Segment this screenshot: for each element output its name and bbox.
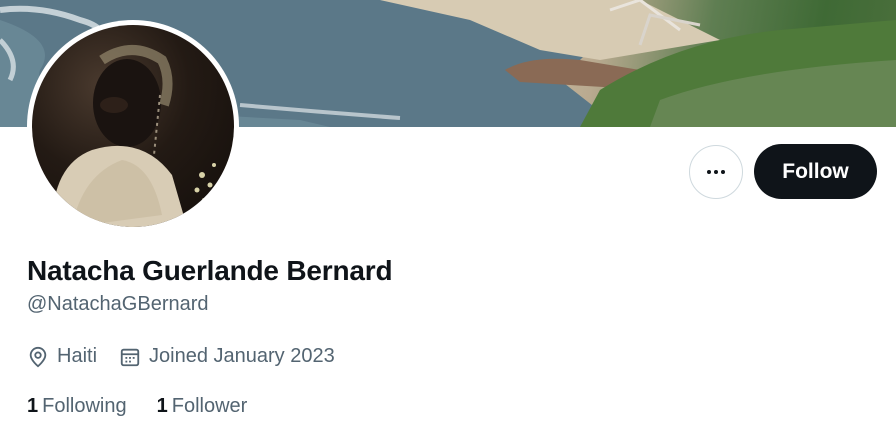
calendar-icon (120, 348, 140, 366)
display-name: Natacha Guerlande Bernard (27, 255, 393, 286)
joined-text: Joined January 2023 (149, 345, 335, 367)
follow-button[interactable]: Follow (754, 144, 877, 199)
location-pin-icon (29, 346, 47, 367)
more-options-button[interactable] (689, 145, 743, 199)
follow-stats: 1 Following 1 Follower (27, 395, 277, 418)
profile-meta: Haiti Joined January 2023 (27, 345, 357, 368)
following-count: 1 (27, 395, 39, 417)
following-label: Following (42, 395, 127, 417)
follow-button-label: Follow (782, 159, 849, 183)
followers-count: 1 (156, 395, 168, 417)
more-horizontal-icon (707, 170, 725, 174)
joined-item: Joined January 2023 (119, 345, 335, 368)
avatar-image (32, 25, 234, 227)
followers-link[interactable]: 1 Follower (157, 395, 248, 418)
user-handle: @NatachaGBernard (27, 293, 209, 315)
following-link[interactable]: 1 Following (27, 395, 127, 418)
location-item: Haiti (27, 345, 97, 368)
followers-label: Follower (171, 395, 248, 417)
location-text: Haiti (57, 345, 98, 367)
avatar[interactable] (27, 20, 239, 232)
